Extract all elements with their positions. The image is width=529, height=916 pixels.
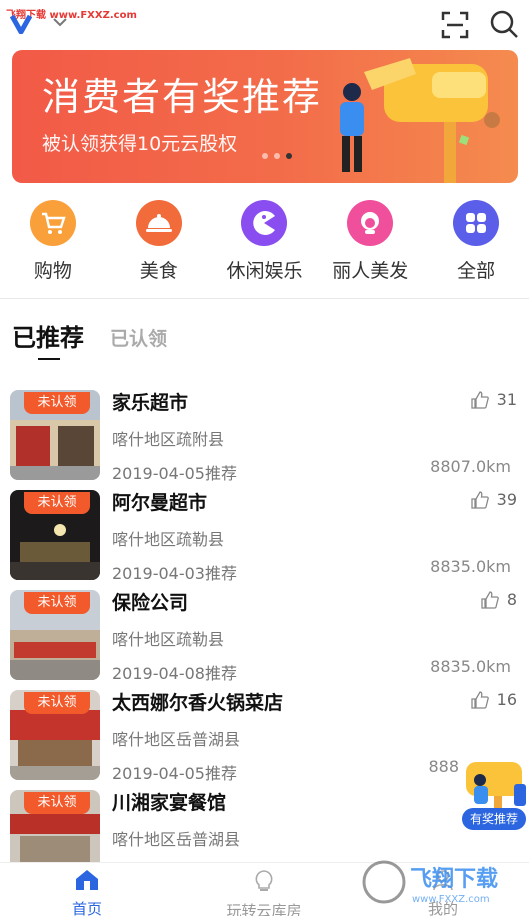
- like-count: 31: [496, 390, 517, 409]
- category-shopping[interactable]: 购物: [0, 196, 106, 288]
- section-divider: [0, 298, 529, 299]
- category-label: 休闲娱乐: [226, 260, 303, 282]
- shop-thumbnail: 未认领: [10, 390, 100, 480]
- category-beauty[interactable]: 丽人美发: [317, 196, 423, 288]
- scan-icon[interactable]: [440, 10, 470, 40]
- search-icon[interactable]: [489, 9, 519, 39]
- unclaimed-badge: 未认领: [24, 492, 90, 514]
- grid-icon: [453, 200, 500, 246]
- pagination-dot[interactable]: [262, 153, 268, 159]
- beauty-icon: [347, 200, 394, 246]
- like-button[interactable]: 31: [470, 390, 517, 409]
- shop-address: 喀什地区岳普湖县: [112, 830, 241, 849]
- nav-warehouse[interactable]: 玩转云库房: [214, 869, 314, 916]
- shop-name: 保险公司: [112, 592, 189, 614]
- shop-address: 喀什地区岳普湖县: [112, 730, 241, 749]
- thumbs-up-icon: [481, 590, 499, 609]
- watermark-logo: 飞翔下载 www.FXXZ.com: [362, 860, 498, 905]
- like-button[interactable]: 16: [470, 690, 517, 709]
- shop-name: 太西娜尔香火锅菜店: [112, 692, 284, 714]
- distance: 8835.0km: [430, 557, 511, 576]
- pagination-dot-active[interactable]: [286, 153, 292, 159]
- category-leisure[interactable]: 休闲娱乐: [212, 196, 318, 288]
- category-all[interactable]: 全部: [423, 196, 529, 288]
- cart-icon: [29, 200, 76, 246]
- list-item[interactable]: 未认领 家乐超市 喀什地区疏附县 2019-04-05推荐 31 8807.0k…: [0, 388, 529, 488]
- distance: 8807.0km: [430, 457, 511, 476]
- pacman-icon: [241, 200, 288, 246]
- shop-address: 喀什地区疏附县: [112, 430, 225, 449]
- category-label: 购物: [33, 260, 72, 282]
- tab-recommended[interactable]: 已推荐: [12, 318, 84, 353]
- svg-text:www.FXXZ.com: www.FXXZ.com: [412, 894, 490, 905]
- shop-name: 家乐超市: [112, 392, 189, 414]
- banner-title: 消费者有奖推荐: [42, 75, 323, 119]
- like-count: 16: [496, 690, 517, 709]
- shop-address: 喀什地区疏勒县: [112, 630, 225, 649]
- list-item[interactable]: 未认领 保险公司 喀什地区疏勒县 2019-04-08推荐 8 8835.0km: [0, 588, 529, 688]
- tab-active-indicator: [38, 358, 60, 360]
- promo-banner[interactable]: 消费者有奖推荐 被认领获得10元云股权: [12, 50, 518, 183]
- shop-thumbnail: 未认领: [10, 690, 100, 780]
- shop-thumbnail: 未认领: [10, 490, 100, 580]
- thumbs-up-icon: [470, 490, 489, 509]
- dish-icon: [135, 200, 182, 246]
- shop-name: 阿尔曼超市: [112, 492, 208, 514]
- pagination-dot[interactable]: [274, 153, 280, 159]
- recommend-date: 2019-04-05推荐: [112, 764, 237, 783]
- like-count: 39: [496, 490, 517, 509]
- v-logo-icon[interactable]: [10, 14, 32, 34]
- like-count: 8: [506, 590, 517, 609]
- chevron-down-icon[interactable]: [52, 16, 68, 28]
- category-food[interactable]: 美食: [106, 196, 212, 288]
- like-button[interactable]: 8: [481, 590, 517, 609]
- banner-subtitle: 被认领获得10元云股权: [42, 133, 238, 155]
- shop-name: 川湘家宴餐馆: [112, 792, 227, 814]
- shop-address: 喀什地区疏勒县: [112, 530, 225, 549]
- svg-text:飞翔下载: 飞翔下载: [410, 866, 498, 892]
- bulb-icon: [255, 870, 273, 891]
- like-button[interactable]: 39: [470, 490, 517, 509]
- recommend-date: 2019-04-03推荐: [112, 564, 237, 583]
- thumbs-up-icon: [470, 690, 489, 709]
- nav-label: 玩转云库房: [226, 902, 302, 916]
- distance: 8835.0km: [430, 657, 511, 676]
- recommend-date: 2019-04-08推荐: [112, 664, 237, 683]
- nav-home[interactable]: 首页: [62, 869, 112, 916]
- shop-thumbnail: 未认领: [10, 590, 100, 680]
- tab-claimed[interactable]: 已认领: [110, 324, 167, 351]
- list-item[interactable]: 未认领 太西娜尔香火锅菜店 喀什地区岳普湖县 2019-04-05推荐 16 8…: [0, 688, 529, 788]
- category-label: 美食: [139, 260, 178, 282]
- unclaimed-badge: 未认领: [24, 592, 90, 614]
- list-item[interactable]: 未认领 阿尔曼超市 喀什地区疏勒县 2019-04-03推荐 39 8835.0…: [0, 488, 529, 588]
- floating-promo-label[interactable]: 有奖推荐: [462, 808, 526, 830]
- category-label: 全部: [457, 260, 496, 282]
- top-bar: 飞翔下载 www.FXXZ.com: [0, 0, 529, 48]
- home-icon: [76, 870, 98, 890]
- distance: 888: [428, 757, 459, 776]
- category-label: 丽人美发: [332, 260, 409, 282]
- recommend-date: 2019-04-05推荐: [112, 464, 237, 483]
- banner-pagination: [262, 153, 292, 159]
- thumbs-up-icon: [470, 390, 489, 409]
- unclaimed-badge: 未认领: [24, 792, 90, 814]
- unclaimed-badge: 未认领: [24, 692, 90, 714]
- banner-illustration: [340, 58, 500, 183]
- unclaimed-badge: 未认领: [24, 392, 90, 414]
- category-row: 购物 美食 休闲娱乐 丽人美发 全部: [0, 196, 529, 288]
- nav-label: 首页: [71, 900, 102, 916]
